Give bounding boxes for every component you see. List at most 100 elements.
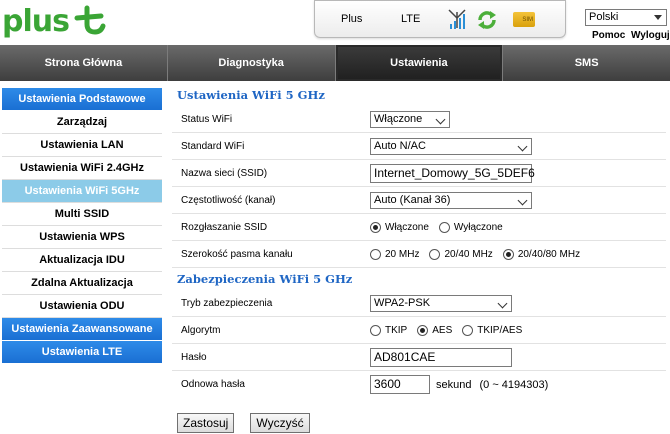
help-link[interactable]: Pomoc <box>592 30 625 41</box>
chevron-down-icon <box>654 15 662 20</box>
main-nav: Strona Główna Diagnostyka Ustawienia SMS <box>0 45 670 81</box>
security-mode-label: Tryb zabezpieczenia <box>181 297 273 309</box>
password-label: Hasło <box>181 351 207 363</box>
channel-value: Auto (Kanał 36) <box>374 193 451 206</box>
bw-40-radio[interactable]: 20/40 MHz <box>429 248 493 260</box>
channel-row: Częstotliwość (kanał) Auto (Kanał 36) <box>172 187 666 214</box>
algorithm-row: Algorytm TKIP AES TKIP/AES <box>172 317 666 344</box>
sim-label: SIM <box>522 16 533 23</box>
refresh-icon[interactable] <box>476 9 498 31</box>
bw-40-label: 20/40 MHz <box>444 248 493 260</box>
chevron-down-icon <box>435 114 446 124</box>
key-renewal-label: Odnowa hasła <box>181 379 245 390</box>
channel-label: Częstotliwość (kanał) <box>181 194 276 206</box>
bandwidth-row: Szerokość pasma kanału 20 MHz 20/40 MHz … <box>172 241 666 268</box>
key-renewal-row: Odnowa hasła 3600 sekund (0 ~ 4194303) <box>172 371 666 398</box>
wifi-status-label: Status WiFi <box>181 113 233 125</box>
security-section-title: Zabezpieczenia WiFi 5 GHz <box>177 272 353 286</box>
sidebar: Ustawienia Podstawowe Zarządzaj Ustawien… <box>2 88 162 364</box>
logout-link[interactable]: Wyloguj <box>631 30 670 41</box>
password-input[interactable]: AD801CAE <box>370 347 512 367</box>
ssid-broadcast-row: Rozgłaszanie SSID Włączone Wyłączone <box>172 214 666 241</box>
broadcast-off-label: Wyłączone <box>453 221 503 233</box>
network-type-label: LTE <box>401 13 421 25</box>
wifi-section-title: Ustawienia WiFi 5 GHz <box>177 88 325 102</box>
wifi-status-row: Status WiFi Włączone <box>172 106 666 133</box>
algo-aes-label: AES <box>432 324 453 336</box>
algo-aes-radio[interactable]: AES <box>417 324 453 336</box>
radio-unchecked-icon <box>462 324 474 336</box>
tab-home[interactable]: Strona Główna <box>0 45 168 81</box>
password-row: Hasło AD801CAE <box>172 344 666 371</box>
channel-select[interactable]: Auto (Kanał 36) <box>370 191 532 209</box>
wifi-status-value: Włączone <box>374 112 423 125</box>
algo-tkip-radio[interactable]: TKIP <box>370 324 408 336</box>
sidebar-item-wps[interactable]: Ustawienia WPS <box>2 226 162 249</box>
sidebar-item-multi-ssid[interactable]: Multi SSID <box>2 203 162 226</box>
signal-strength-icon <box>448 9 466 29</box>
ssid-row: Nazwa sieci (SSID) Internet_Domowy_5G_5D… <box>172 160 666 187</box>
broadcast-on-label: Włączone <box>385 221 429 233</box>
ssid-input[interactable]: Internet_Domowy_5G_5DEF6 <box>370 163 535 183</box>
radio-checked-icon <box>502 248 514 260</box>
algorithm-label: Algorytm <box>181 324 221 336</box>
sidebar-item-wifi-24[interactable]: Ustawienia WiFi 2.4GHz <box>2 157 162 180</box>
broadcast-on-radio[interactable]: Włączone <box>370 221 429 233</box>
sidebar-item-idu-update[interactable]: Aktualizacja IDU <box>2 249 162 272</box>
sidebar-item-remote-update[interactable]: Zdalna Aktualizacja <box>2 272 162 295</box>
security-mode-value: WPA2-PSK <box>374 296 431 309</box>
sidebar-item-wifi-5[interactable]: Ustawienia WiFi 5GHz <box>2 180 162 203</box>
sidebar-item-manage[interactable]: Zarządzaj <box>2 111 162 134</box>
chevron-down-icon <box>517 195 528 205</box>
language-value: Polski <box>589 11 619 23</box>
wifi-standard-label: Standard WiFi <box>181 140 245 152</box>
tab-diagnostics[interactable]: Diagnostyka <box>168 45 336 81</box>
radio-unchecked-icon <box>370 324 381 336</box>
form-actions: Zastosuj Wyczyść <box>177 413 310 433</box>
tab-sms[interactable]: SMS <box>503 45 670 81</box>
wifi-standard-row: Standard WiFi Auto N/AC <box>172 133 666 160</box>
algo-tkip-label: TKIP <box>385 324 408 336</box>
bw-20-label: 20 MHz <box>385 248 420 260</box>
bw-80-label: 20/40/80 MHz <box>517 248 581 260</box>
tab-settings[interactable]: Ustawienia <box>335 45 504 81</box>
plus-logo-icon <box>74 5 106 35</box>
radio-checked-icon <box>417 324 429 336</box>
plus-logo: plus <box>2 2 107 42</box>
sidebar-item-advanced[interactable]: Ustawienia Zaawansowane <box>2 318 162 341</box>
key-renewal-range: (0 ~ 4194303) <box>479 378 549 391</box>
bw-20-radio[interactable]: 20 MHz <box>370 248 420 260</box>
key-renewal-unit: sekund <box>436 378 472 391</box>
sidebar-item-lte[interactable]: Ustawienia LTE <box>2 341 162 364</box>
wifi-standard-select[interactable]: Auto N/AC <box>370 137 532 155</box>
algo-tkip-aes-label: TKIP/AES <box>477 324 523 336</box>
ssid-broadcast-label: Rozgłaszanie SSID <box>181 221 268 233</box>
algo-tkip-aes-radio[interactable]: TKIP/AES <box>462 324 523 336</box>
chevron-down-icon <box>517 141 528 151</box>
operator-label: Plus <box>341 13 363 25</box>
radio-unchecked-icon <box>429 248 441 260</box>
settings-panel: Ustawienia WiFi 5 GHz Status WiFi Włączo… <box>172 86 666 398</box>
status-panel: Plus LTE SIM <box>314 0 566 38</box>
bw-80-radio[interactable]: 20/40/80 MHz <box>502 248 581 260</box>
ssid-label: Nazwa sieci (SSID) <box>181 167 268 179</box>
wifi-status-select[interactable]: Włączone <box>370 110 450 128</box>
broadcast-off-radio[interactable]: Wyłączone <box>438 221 503 233</box>
security-mode-select[interactable]: WPA2-PSK <box>370 294 512 312</box>
radio-unchecked-icon <box>370 248 381 260</box>
sidebar-item-basic-settings[interactable]: Ustawienia Podstawowe <box>2 88 162 111</box>
radio-unchecked-icon <box>438 221 450 233</box>
language-select[interactable]: Polski <box>585 9 667 26</box>
sidebar-item-lan[interactable]: Ustawienia LAN <box>2 134 162 157</box>
sidebar-item-odu[interactable]: Ustawienia ODU <box>2 295 162 318</box>
chevron-down-icon <box>497 298 508 308</box>
wifi-standard-value: Auto N/AC <box>374 139 426 152</box>
logo-text: plus <box>2 4 70 39</box>
apply-button[interactable]: Zastosuj <box>177 413 235 433</box>
bandwidth-label: Szerokość pasma kanału <box>181 248 293 260</box>
clear-button[interactable]: Wyczyść <box>250 413 310 433</box>
sim-card-icon: SIM <box>513 12 535 27</box>
radio-checked-icon <box>370 221 381 233</box>
security-mode-row: Tryb zabezpieczenia WPA2-PSK <box>172 290 666 317</box>
key-renewal-input[interactable]: 3600 <box>370 375 430 394</box>
